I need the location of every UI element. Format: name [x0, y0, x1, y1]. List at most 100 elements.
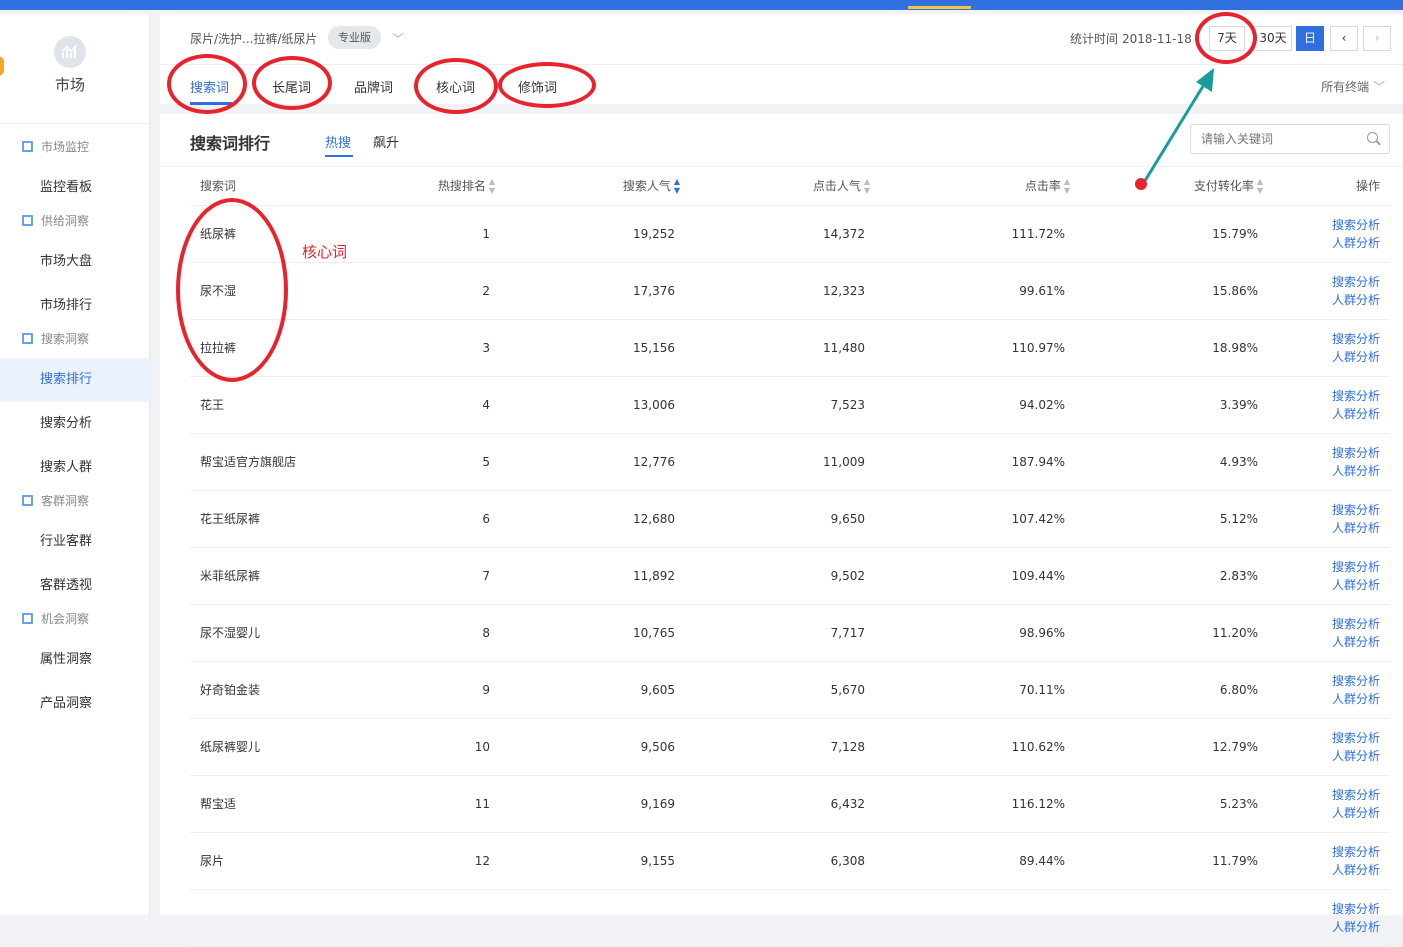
actions-cell: 搜索分析 人群分析	[1263, 547, 1390, 605]
search-analysis-link[interactable]: 搜索分析	[1263, 387, 1380, 405]
sidebar-item[interactable]: 市场大盘	[0, 240, 150, 284]
tab-brand-word[interactable]: 品牌词	[354, 77, 393, 96]
crowd-analysis-link[interactable]: 人群分析	[1263, 690, 1380, 708]
col-ctr[interactable]: 点击率 ▲ ▼	[870, 167, 1070, 206]
search-analysis-link[interactable]: 搜索分析	[1263, 729, 1380, 747]
chevron-down-icon[interactable]: ﹀	[392, 30, 404, 47]
tab-modifier-word[interactable]: 修饰词	[518, 77, 557, 96]
tab-longtail-word[interactable]: 长尾词	[272, 77, 311, 96]
search-icon[interactable]	[1367, 132, 1378, 143]
sidebar-item[interactable]: 行业客群	[0, 520, 150, 564]
sidebar-group: 机会洞察	[22, 610, 89, 627]
breadcrumb[interactable]: 尿片/洗护...拉裤/纸尿片	[190, 30, 318, 47]
sidebar-logo-label: 市场	[54, 76, 85, 94]
sidebar-item[interactable]: 产品洞察	[0, 682, 150, 726]
table-cell: 11.79%	[1070, 832, 1263, 890]
actions-cell: 搜索分析 人群分析	[1263, 319, 1390, 377]
table-cell: 花王	[190, 376, 360, 434]
table-row: 尿不湿婴儿 8 10,765 7,717 98.96% 11.20% 搜索分析 人群分析	[190, 604, 1390, 662]
col-conversion[interactable]: 支付转化率 ▲ ▼	[1070, 167, 1263, 206]
sidebar-item[interactable]: 监控看板	[0, 166, 150, 210]
table-cell: 12	[360, 832, 495, 890]
crowd-analysis-link[interactable]: 人群分析	[1263, 804, 1380, 822]
search-analysis-link[interactable]: 搜索分析	[1263, 672, 1380, 690]
table-row: 搜索分析 人群分析	[190, 889, 1390, 947]
search-analysis-link[interactable]: 搜索分析	[1263, 273, 1380, 291]
table-row: 花王 4 13,006 7,523 94.02% 3.39% 搜索分析 人群分析	[190, 376, 1390, 434]
building-icon	[22, 141, 33, 152]
col-rank[interactable]: 热搜排名 ▲ ▼	[360, 167, 495, 206]
crowd-analysis-link[interactable]: 人群分析	[1263, 462, 1380, 480]
stat-time: 统计时间 2018-11-18	[1066, 30, 1192, 47]
crowd-analysis-link[interactable]: 人群分析	[1263, 576, 1380, 594]
table-cell: 11,009	[680, 433, 870, 491]
sidebar-item[interactable]: 搜索人群	[0, 446, 150, 490]
crowd-analysis-link[interactable]: 人群分析	[1263, 291, 1380, 309]
range-day-button[interactable]: 日	[1296, 26, 1324, 51]
sidebar-item[interactable]: 搜索分析	[0, 402, 150, 446]
sidebar-logo[interactable]: 市场	[0, 14, 150, 124]
table-cell: 70.11%	[870, 661, 1070, 719]
table-cell: 2.83%	[1070, 547, 1263, 605]
ranking-table: 搜索词 热搜排名 ▲ ▼ 搜索人气 ▲ ▼ 点击人气 ▲ ▼ 点击率 ▲ ▼ 支付转化率 ▲ ▼ 操…	[190, 167, 1390, 947]
col-click-popularity[interactable]: 点击人气 ▲ ▼	[680, 167, 870, 206]
subtab-hot[interactable]: 热搜	[325, 132, 351, 151]
sort-icon: ▲ ▼	[1063, 177, 1070, 195]
sidebar-item[interactable]: 属性洞察	[0, 638, 150, 682]
crowd-analysis-link[interactable]: 人群分析	[1263, 918, 1380, 936]
table-row: 纸尿裤 1 19,252 14,372 111.72% 15.79% 搜索分析 人群分析	[190, 205, 1390, 263]
crowd-analysis-link[interactable]: 人群分析	[1263, 519, 1380, 537]
crowd-analysis-link[interactable]: 人群分析	[1263, 234, 1380, 252]
crowd-analysis-link[interactable]: 人群分析	[1263, 747, 1380, 765]
crowd-analysis-link[interactable]: 人群分析	[1263, 405, 1380, 423]
crowd-analysis-link[interactable]: 人群分析	[1263, 861, 1380, 879]
range-7d-button[interactable]: 7天	[1209, 26, 1245, 51]
table-cell: 18.98%	[1070, 319, 1263, 377]
subtab-rising[interactable]: 飙升	[373, 132, 399, 151]
table-cell: 116.12%	[870, 775, 1070, 833]
crowd-analysis-link[interactable]: 人群分析	[1263, 633, 1380, 651]
table-cell: 6	[360, 490, 495, 548]
col-actions: 操作	[1263, 167, 1390, 206]
table-cell: 好奇铂金装	[190, 661, 360, 719]
table-cell: 17,376	[495, 262, 680, 320]
sidebar-item[interactable]: 搜索排行	[0, 358, 150, 402]
table-cell: 纸尿裤婴儿	[190, 718, 360, 776]
search-analysis-link[interactable]: 搜索分析	[1263, 501, 1380, 519]
search-analysis-link[interactable]: 搜索分析	[1263, 330, 1380, 348]
sidebar-item[interactable]: 客群透视	[0, 564, 150, 608]
table-cell: 花王纸尿裤	[190, 490, 360, 548]
table-cell: 98.96%	[870, 604, 1070, 662]
table-cell	[870, 889, 1070, 947]
search-analysis-link[interactable]: 搜索分析	[1263, 216, 1380, 234]
tab-core-word[interactable]: 核心词	[436, 77, 475, 96]
table-cell: 187.94%	[870, 433, 1070, 491]
search-input[interactable]	[1190, 124, 1390, 154]
search-analysis-link[interactable]: 搜索分析	[1263, 786, 1380, 804]
search-analysis-link[interactable]: 搜索分析	[1263, 558, 1380, 576]
table-cell: 6,432	[680, 775, 870, 833]
col-search-popularity[interactable]: 搜索人气 ▲ ▼	[495, 167, 680, 206]
search-analysis-link[interactable]: 搜索分析	[1263, 843, 1380, 861]
search-analysis-link[interactable]: 搜索分析	[1263, 615, 1380, 633]
sidebar: 市场 市场监控 监控看板 供给洞察 市场大盘 市场排行 搜索洞察 搜索排行 搜索分析 搜索人群客…	[0, 14, 150, 915]
next-button[interactable]: ›	[1363, 26, 1391, 51]
annotation-label: 核心词	[302, 243, 348, 261]
table-cell: 尿片	[190, 832, 360, 890]
table-row: 尿片 12 9,155 6,308 89.44% 11.79% 搜索分析 人群分析	[190, 832, 1390, 890]
crowd-analysis-link[interactable]: 人群分析	[1263, 348, 1380, 366]
sort-icon: ▲ ▼	[488, 177, 495, 195]
range-30d-button[interactable]: 30天	[1254, 26, 1292, 51]
search-analysis-link[interactable]: 搜索分析	[1263, 444, 1380, 462]
table-cell: 14,372	[680, 205, 870, 263]
actions-cell: 搜索分析 人群分析	[1263, 832, 1390, 890]
table-cell: 米菲纸尿裤	[190, 547, 360, 605]
tab-search-word[interactable]: 搜索词	[190, 77, 229, 96]
actions-cell: 搜索分析 人群分析	[1263, 490, 1390, 548]
actions-cell: 搜索分析 人群分析	[1263, 661, 1390, 719]
sidebar-item[interactable]: 市场排行	[0, 284, 150, 328]
terminal-select[interactable]: 所有终端 ﹀	[1321, 78, 1385, 95]
prev-button[interactable]: ‹	[1330, 26, 1358, 51]
table-cell: 109.44%	[870, 547, 1070, 605]
actions-cell: 搜索分析 人群分析	[1263, 376, 1390, 434]
